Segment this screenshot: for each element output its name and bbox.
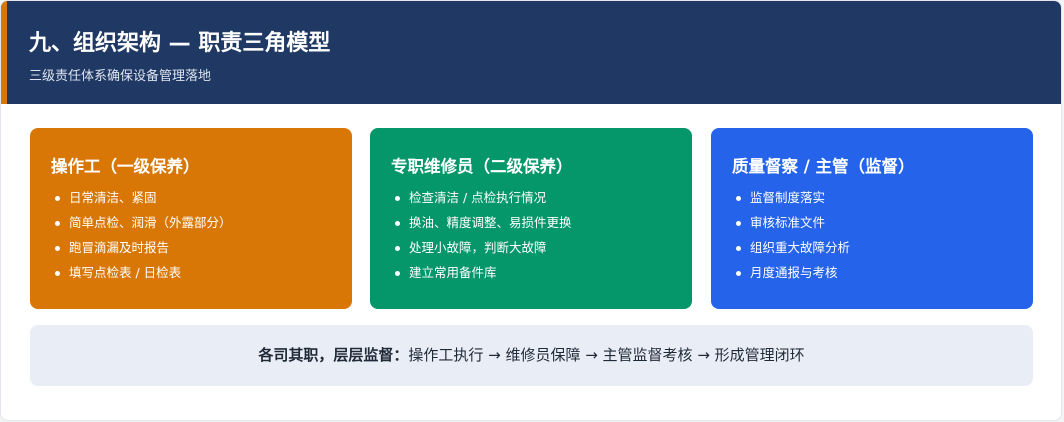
banner-emphasis: 各司其职，层层监督： [258,346,409,364]
card-duty-list: 检查清洁 / 点检执行情况 换油、精度调整、易损件更换 处理小故障，判断大故障 … [395,189,572,289]
page-subtitle: 三级责任体系确保设备管理落地 [29,69,212,84]
duty-item: 处理小故障，判断大故障 [395,239,572,264]
duty-item: 跑冒滴漏及时报告 [55,239,232,264]
card-duty-list: 日常清洁、紧固 简单点检、润滑（外露部分） 跑冒滴漏及时报告 填写点检表 / 日… [55,189,232,289]
card-operator: 操作工（一级保养） 日常清洁、紧固 简单点检、润滑（外露部分） 跑冒滴漏及时报告… [30,128,352,309]
banner-text: 操作工执行 → 维修员保障 → 主管监督考核 → 形成管理闭环 [408,346,805,364]
duty-item: 简单点检、润滑（外露部分） [55,214,232,239]
duty-item: 建立常用备件库 [395,264,572,289]
duty-item: 监督制度落实 [736,189,850,214]
duty-item: 填写点检表 / 日检表 [55,264,232,289]
card-duty-list: 监督制度落实 审核标准文件 组织重大故障分析 月度通报与考核 [736,189,850,289]
duty-item: 组织重大故障分析 [736,239,850,264]
duty-item: 日常清洁、紧固 [55,189,232,214]
slide-header: 九、组织架构 — 职责三角模型 三级责任体系确保设备管理落地 [1,1,1061,104]
page-title: 九、组织架构 — 职责三角模型 [29,31,331,56]
card-title: 专职维修员（二级保养） [391,157,573,176]
card-title: 操作工（一级保养） [51,157,200,176]
role-cards: 操作工（一级保养） 日常清洁、紧固 简单点检、润滑（外露部分） 跑冒滴漏及时报告… [30,128,1033,309]
summary-banner: 各司其职，层层监督：操作工执行 → 维修员保障 → 主管监督考核 → 形成管理闭… [30,325,1033,386]
duty-item: 换油、精度调整、易损件更换 [395,214,572,239]
card-maintenance: 专职维修员（二级保养） 检查清洁 / 点检执行情况 换油、精度调整、易损件更换 … [370,128,692,309]
card-supervisor: 质量督察 / 主管（监督） 监督制度落实 审核标准文件 组织重大故障分析 月度通… [711,128,1033,309]
duty-item: 检查清洁 / 点检执行情况 [395,189,572,214]
duty-item: 审核标准文件 [736,214,850,239]
duty-item: 月度通报与考核 [736,264,850,289]
slide: 九、组织架构 — 职责三角模型 三级责任体系确保设备管理落地 操作工（一级保养）… [0,0,1062,421]
card-title: 质量督察 / 主管（监督） [732,157,915,176]
